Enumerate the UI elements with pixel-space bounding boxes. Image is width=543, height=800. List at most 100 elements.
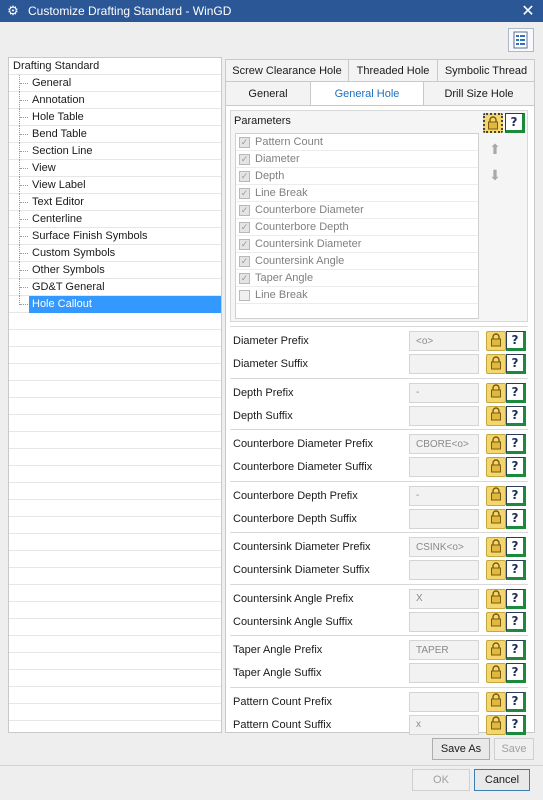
field-lock-button[interactable] bbox=[486, 714, 506, 735]
field-input[interactable] bbox=[409, 691, 479, 712]
field-lock-button[interactable] bbox=[486, 405, 506, 426]
tree-item[interactable]: Custom Symbols bbox=[9, 245, 221, 262]
field-help-button[interactable]: ? bbox=[506, 714, 526, 735]
tab-symbolic-thread[interactable]: Symbolic Thread bbox=[437, 59, 535, 81]
checkbox-checked-icon[interactable]: ✓ bbox=[239, 153, 250, 165]
tree-item[interactable]: General bbox=[9, 75, 221, 92]
move-down-button[interactable]: ⬇ bbox=[485, 165, 505, 185]
category-tree[interactable]: Drafting Standard General Annotation Hole … bbox=[8, 57, 222, 733]
field-lock-button[interactable] bbox=[486, 663, 506, 683]
tree-item[interactable]: GD&T General bbox=[9, 279, 221, 296]
tab-general[interactable]: General bbox=[225, 81, 311, 105]
tab-general-hole[interactable]: General Hole bbox=[310, 81, 424, 106]
field-lock-button[interactable] bbox=[486, 560, 506, 580]
field-lock-button[interactable] bbox=[486, 354, 506, 374]
parameters-lock-button[interactable] bbox=[483, 113, 503, 133]
parameter-row[interactable]: ✓ Counterbore Depth bbox=[236, 219, 478, 236]
field-lock-button[interactable] bbox=[486, 588, 506, 609]
field-help-button[interactable]: ? bbox=[506, 663, 526, 683]
tree-item[interactable]: Annotation bbox=[9, 92, 221, 109]
save-button[interactable]: Save bbox=[494, 738, 534, 760]
field-help-button[interactable]: ? bbox=[506, 457, 526, 477]
parameter-row[interactable]: ✓ Line Break bbox=[236, 185, 478, 202]
cancel-button[interactable]: Cancel bbox=[474, 769, 530, 791]
tab-threaded-hole[interactable]: Threaded Hole bbox=[348, 59, 438, 81]
parameter-row[interactable]: ✓ Countersink Angle bbox=[236, 253, 478, 270]
field-input[interactable] bbox=[409, 434, 479, 454]
tree-item[interactable]: Hole Callout bbox=[9, 296, 221, 313]
field-input[interactable] bbox=[409, 640, 479, 660]
tab-screw-clearance-hole[interactable]: Screw Clearance Hole bbox=[225, 59, 349, 81]
field-lock-button[interactable] bbox=[486, 640, 506, 660]
field-help-button[interactable]: ? bbox=[506, 537, 526, 557]
move-up-button[interactable]: ⬆ bbox=[485, 139, 505, 159]
tree-root[interactable]: Drafting Standard bbox=[9, 58, 221, 75]
tree-item[interactable]: Text Editor bbox=[9, 194, 221, 211]
parameter-row[interactable]: ✓ Taper Angle bbox=[236, 270, 478, 287]
field-lock-button[interactable] bbox=[486, 434, 506, 454]
checkbox-checked-icon[interactable]: ✓ bbox=[239, 255, 250, 267]
field-input[interactable] bbox=[409, 560, 479, 580]
field-help-button[interactable]: ? bbox=[506, 611, 526, 632]
field-help-button[interactable]: ? bbox=[506, 382, 526, 403]
field-lock-button[interactable] bbox=[486, 382, 506, 403]
field-help-button[interactable]: ? bbox=[506, 560, 526, 580]
information-button[interactable] bbox=[508, 28, 534, 52]
field-lock-button[interactable] bbox=[486, 691, 506, 712]
field-input[interactable] bbox=[409, 537, 479, 557]
parameter-row[interactable]: ✓ Depth bbox=[236, 168, 478, 185]
field-lock-button[interactable] bbox=[486, 457, 506, 477]
checkbox-checked-icon[interactable]: ✓ bbox=[239, 136, 250, 148]
parameter-row[interactable]: Line Break bbox=[236, 287, 478, 304]
tree-item[interactable]: Surface Finish Symbols bbox=[9, 228, 221, 245]
field-input[interactable] bbox=[409, 382, 479, 403]
field-input[interactable] bbox=[409, 714, 479, 735]
field-lock-button[interactable] bbox=[486, 331, 506, 351]
checkbox-checked-icon[interactable]: ✓ bbox=[239, 204, 250, 216]
ok-button[interactable]: OK bbox=[412, 769, 470, 791]
field-input[interactable] bbox=[409, 331, 479, 351]
field-help-button[interactable]: ? bbox=[506, 485, 526, 506]
parameters-help-button[interactable]: ? bbox=[505, 113, 525, 133]
parameter-row[interactable]: ✓ Countersink Diameter bbox=[236, 236, 478, 253]
field-input[interactable] bbox=[409, 485, 479, 506]
checkbox-checked-icon[interactable]: ✓ bbox=[239, 238, 250, 250]
field-help-button[interactable]: ? bbox=[506, 434, 526, 454]
parameter-row[interactable]: ✓ Diameter bbox=[236, 151, 478, 168]
close-icon[interactable]: ✕ bbox=[519, 2, 537, 20]
tree-item[interactable]: Hole Table bbox=[9, 109, 221, 126]
tree-item[interactable]: Centerline bbox=[9, 211, 221, 228]
checkbox-checked-icon[interactable]: ✓ bbox=[239, 187, 250, 199]
checkbox-checked-icon[interactable]: ✓ bbox=[239, 221, 250, 233]
field-help-button[interactable]: ? bbox=[506, 691, 526, 712]
field-help-button[interactable]: ? bbox=[506, 640, 526, 660]
field-help-button[interactable]: ? bbox=[506, 508, 526, 529]
tree-item[interactable]: Section Line bbox=[9, 143, 221, 160]
checkbox-checked-icon[interactable]: ✓ bbox=[239, 170, 250, 182]
field-help-button[interactable]: ? bbox=[506, 354, 526, 374]
field-input[interactable] bbox=[409, 611, 479, 632]
field-lock-button[interactable] bbox=[486, 537, 506, 557]
field-lock-button[interactable] bbox=[486, 508, 506, 529]
save-as-button[interactable]: Save As bbox=[432, 738, 490, 760]
parameters-list[interactable]: ✓ Pattern Count ✓ Diameter ✓ Depth ✓ Line Break… bbox=[235, 133, 479, 319]
field-lock-button[interactable] bbox=[486, 485, 506, 506]
tree-item[interactable]: Other Symbols bbox=[9, 262, 221, 279]
tab-drill-size-hole[interactable]: Drill Size Hole bbox=[423, 81, 535, 105]
field-input[interactable] bbox=[409, 354, 479, 374]
field-input[interactable] bbox=[409, 457, 479, 477]
checkbox-unchecked-icon[interactable] bbox=[239, 289, 250, 301]
field-input[interactable] bbox=[409, 405, 479, 426]
parameter-row[interactable]: ✓ Counterbore Diameter bbox=[236, 202, 478, 219]
tree-item[interactable]: View bbox=[9, 160, 221, 177]
field-input[interactable] bbox=[409, 508, 479, 529]
parameter-row[interactable]: ✓ Pattern Count bbox=[236, 134, 478, 151]
tree-item[interactable]: View Label bbox=[9, 177, 221, 194]
tree-item[interactable]: Bend Table bbox=[9, 126, 221, 143]
field-input[interactable] bbox=[409, 663, 479, 683]
checkbox-checked-icon[interactable]: ✓ bbox=[239, 272, 250, 284]
field-help-button[interactable]: ? bbox=[506, 331, 526, 351]
field-lock-button[interactable] bbox=[486, 611, 506, 632]
field-help-button[interactable]: ? bbox=[506, 405, 526, 426]
field-input[interactable] bbox=[409, 588, 479, 609]
